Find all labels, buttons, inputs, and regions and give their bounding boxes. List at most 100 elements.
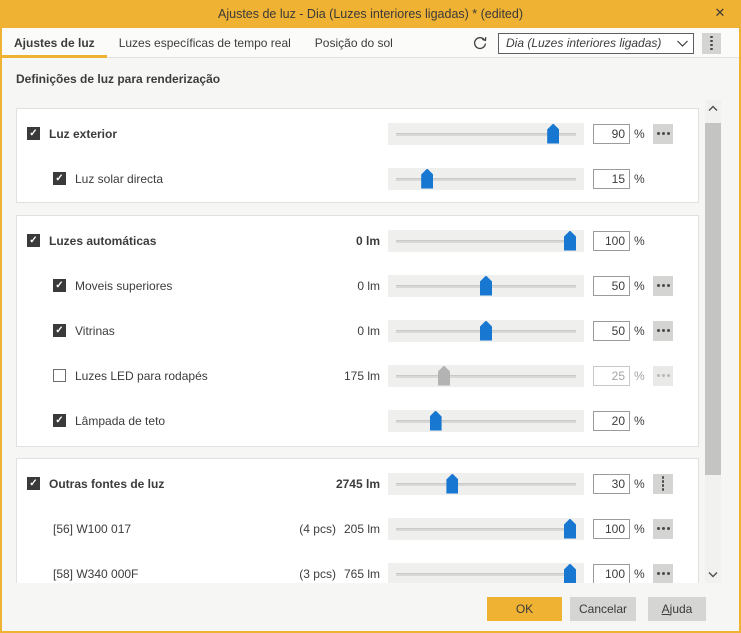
close-button[interactable]: ✕ — [707, 0, 733, 26]
help-button[interactable]: Ajuda — [648, 597, 706, 621]
intensity-slider[interactable] — [388, 230, 584, 252]
more-options-button[interactable] — [653, 321, 673, 341]
cancel-label: Cancelar — [579, 602, 627, 616]
checkbox[interactable] — [53, 414, 66, 427]
intensity-slider[interactable] — [388, 473, 584, 495]
more-options-button[interactable] — [653, 474, 673, 494]
scroll-down-button[interactable] — [705, 566, 721, 583]
chevron-down-icon — [676, 39, 689, 48]
light-label: Vitrinas — [75, 324, 115, 338]
light-label: [56] W100 017 — [53, 522, 131, 536]
chevron-down-icon — [708, 571, 718, 578]
light-row: Luzes automáticas 0 lm % — [17, 218, 698, 263]
percent-input[interactable] — [593, 124, 630, 144]
tab-label: Luzes específicas de tempo real — [119, 36, 291, 50]
ellipsis-icon — [662, 284, 665, 287]
refresh-button[interactable] — [470, 33, 490, 53]
slider-track — [396, 483, 576, 486]
ok-label: OK — [516, 602, 533, 616]
lumen-value: 205 lm — [344, 522, 380, 536]
lumen-value: 0 lm — [356, 234, 380, 248]
percent-input[interactable] — [593, 474, 630, 494]
light-row: Luz solar directa % — [17, 156, 698, 201]
light-row: Moveis superiores 0 lm % — [17, 263, 698, 308]
slider-thumb[interactable] — [564, 231, 576, 251]
more-options-button[interactable] — [653, 124, 673, 144]
checkbox[interactable] — [53, 172, 66, 185]
more-options-button[interactable] — [653, 366, 673, 386]
percent-input[interactable] — [593, 519, 630, 539]
percent-input[interactable] — [593, 366, 630, 386]
checkbox[interactable] — [53, 324, 66, 337]
window-title: Ajustes de luz - Dia (Luzes interiores l… — [218, 7, 523, 21]
slider-thumb[interactable] — [480, 321, 492, 341]
percent-suffix: % — [634, 414, 648, 428]
tab-luzes-tempo-real[interactable]: Luzes específicas de tempo real — [107, 28, 303, 57]
percent-suffix: % — [634, 369, 648, 383]
preset-dropdown[interactable]: Dia (Luzes interiores ligadas) — [498, 33, 694, 54]
checkbox[interactable] — [27, 127, 40, 140]
vertical-scrollbar[interactable] — [705, 100, 721, 583]
scrollbar-thumb[interactable] — [705, 123, 721, 475]
help-label: Ajuda — [662, 602, 693, 616]
intensity-slider[interactable] — [388, 123, 584, 145]
more-options-button[interactable] — [653, 276, 673, 296]
checkbox[interactable] — [53, 279, 66, 292]
intensity-slider[interactable] — [388, 410, 584, 432]
slider-thumb[interactable] — [480, 276, 492, 296]
slider-thumb[interactable] — [564, 519, 576, 539]
tab-ajustes-de-luz[interactable]: Ajustes de luz — [2, 28, 107, 57]
percent-suffix: % — [634, 127, 648, 141]
chevron-up-icon — [708, 105, 718, 112]
intensity-slider[interactable] — [388, 320, 584, 342]
more-options-button[interactable] — [653, 564, 673, 584]
slider-track — [396, 420, 576, 423]
intensity-slider[interactable] — [388, 563, 584, 584]
cancel-button[interactable]: Cancelar — [570, 597, 636, 621]
intensity-slider[interactable] — [388, 365, 584, 387]
intensity-slider[interactable] — [388, 518, 584, 540]
titlebar[interactable]: Ajustes de luz - Dia (Luzes interiores l… — [0, 0, 741, 28]
checkbox[interactable] — [27, 234, 40, 247]
slider-track — [396, 240, 576, 243]
percent-input[interactable] — [593, 276, 630, 296]
section-heading: Definições de luz para renderização — [16, 72, 220, 86]
kebab-menu-icon — [710, 40, 713, 43]
checkbox[interactable] — [53, 369, 66, 382]
percent-input[interactable] — [593, 564, 630, 584]
intensity-slider[interactable] — [388, 275, 584, 297]
more-options-button[interactable] — [653, 519, 673, 539]
percent-input[interactable] — [593, 321, 630, 341]
percent-input[interactable] — [593, 411, 630, 431]
light-row: [58] W340 000F (3 pcs) 765 lm % — [17, 551, 698, 583]
slider-thumb[interactable] — [430, 411, 442, 431]
slider-track — [396, 573, 576, 576]
light-label: [58] W340 000F — [53, 567, 138, 581]
ok-button[interactable]: OK — [487, 597, 562, 621]
slider-track — [396, 375, 576, 378]
ellipsis-icon — [662, 572, 665, 575]
light-row: Outras fontes de luz 2745 lm % — [17, 461, 698, 506]
ellipsis-icon — [662, 329, 665, 332]
percent-suffix: % — [634, 522, 648, 536]
light-row: Luzes LED para rodapés 175 lm % — [17, 353, 698, 398]
slider-thumb[interactable] — [564, 564, 576, 584]
ellipsis-icon — [662, 132, 665, 135]
kebab-menu-icon — [662, 480, 665, 483]
slider-thumb[interactable] — [446, 474, 458, 494]
preset-menu-button[interactable] — [702, 33, 721, 54]
intensity-slider[interactable] — [388, 168, 584, 190]
slider-thumb[interactable] — [547, 124, 559, 144]
checkbox[interactable] — [27, 477, 40, 490]
percent-suffix: % — [634, 234, 648, 248]
scroll-up-button[interactable] — [705, 100, 721, 117]
close-icon: ✕ — [715, 5, 726, 21]
slider-thumb[interactable] — [438, 366, 450, 386]
percent-input[interactable] — [593, 169, 630, 189]
lumen-value: 0 lm — [357, 324, 380, 338]
slider-thumb[interactable] — [421, 169, 433, 189]
group-panel-outras-fontes: Outras fontes de luz 2745 lm % [56] W100… — [16, 458, 699, 583]
tab-posicao-do-sol[interactable]: Posição do sol — [303, 28, 405, 57]
tab-strip: Ajustes de luz Luzes específicas de temp… — [2, 28, 739, 58]
percent-input[interactable] — [593, 231, 630, 251]
